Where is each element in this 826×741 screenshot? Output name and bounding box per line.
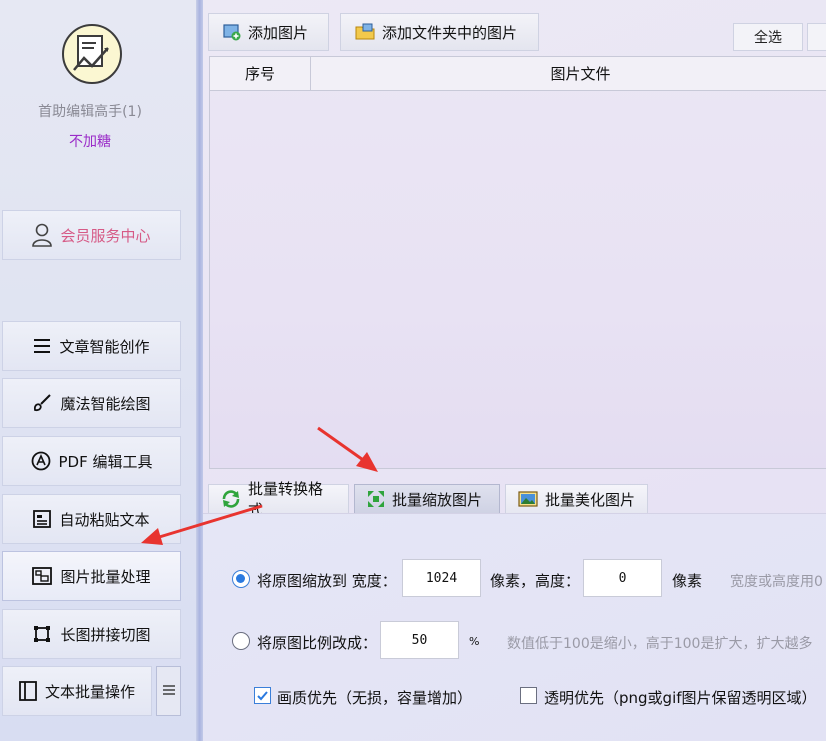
sidebar-item-long-image[interactable]: 长图拼接切图 [2,609,181,659]
check-icon [257,691,268,701]
column-header-file[interactable]: 图片文件 [311,57,826,91]
sidebar-item-label: 长图拼接切图 [60,625,151,644]
user-name: 首助编辑高手(1) [38,104,142,120]
add-image-icon [223,23,241,41]
user-icon [32,223,53,247]
width-unit-label: 像素，高度： [490,572,581,590]
resize-to-size-label: 将原图缩放到 宽度： [257,572,397,590]
sidebar-item-label: 魔法智能绘图 [60,394,151,413]
tab-batch-beautify[interactable]: 批量美化图片 [505,484,648,514]
sidebar-item-paste[interactable]: 自动粘贴文本 [2,494,181,544]
text-batch-icon [19,681,37,701]
tab-batch-resize[interactable]: 批量缩放图片 [354,484,500,514]
sidebar: 首助编辑高手(1) 不加糖 会员服务中心 文章智能创作 魔法智能绘图 PDF 编… [0,0,196,741]
transparent-first-checkbox[interactable] [520,687,537,704]
tab-label: 批量美化图片 [545,490,636,509]
sidebar-item-drawing[interactable]: 魔法智能绘图 [2,378,181,428]
image-batch-icon [32,567,53,585]
image-file-table[interactable]: 序号 图片文件 [209,56,826,469]
sidebar-item-article[interactable]: 文章智能创作 [2,321,181,371]
height-input[interactable]: 0 [583,559,662,597]
app-logo [62,24,122,84]
member-center-label: 会员服务中心 [60,226,151,245]
picture-icon [518,491,538,507]
sidebar-item-text-batch[interactable]: 文本批量操作 [2,666,152,716]
sidebar-item-label: PDF 编辑工具 [58,452,153,471]
add-folder-images-label: 添加文件夹中的图片 [382,23,518,42]
crop-icon [32,624,52,644]
resize-hint: 宽度或高度用0 [730,574,823,590]
quality-first-label: 画质优先（无损，容量增加） [277,689,473,707]
brush-icon [32,393,52,413]
column-header-index[interactable]: 序号 [210,57,311,91]
add-folder-images-button[interactable]: 添加文件夹中的图片 [340,13,539,51]
tab-convert-format[interactable]: 批量转换格式 [208,480,349,519]
main-panel: 添加图片 添加文件夹中的图片 全选 序号 图片文件 批量转换格式 批量缩放图片 … [203,0,826,741]
add-image-button[interactable]: 添加图片 [208,13,329,51]
sidebar-more-button[interactable] [156,666,181,716]
height-unit-label: 像素 [672,572,703,590]
list-icon [33,338,51,354]
add-image-label: 添加图片 [248,23,309,42]
width-input[interactable]: 1024 [402,559,481,597]
sidebar-item-label: 自动粘贴文本 [59,510,150,529]
tab-label: 批量缩放图片 [392,490,483,509]
sidebar-item-label: 文本批量操作 [44,682,135,701]
menu-icon [162,683,175,699]
sidebar-divider[interactable] [196,0,203,741]
resize-settings-panel: 将原图缩放到 宽度： 1024 像素，高度： 0 像素 宽度或高度用0 将原图比… [203,514,826,741]
sidebar-item-label: 文章智能创作 [59,337,150,356]
sidebar-item-image-batch[interactable]: 图片批量处理 [2,551,181,601]
toolbar-extra-button[interactable] [807,23,826,51]
scale-unit-label: % [469,635,480,648]
scale-input[interactable]: 50 [380,621,459,659]
scale-hint: 数值低于100是缩小，高于100是扩大，扩大越多 [507,636,813,652]
resize-by-scale-label: 将原图比例改成： [257,634,378,652]
resize-to-size-radio[interactable] [232,570,250,588]
chart-doc-icon [73,35,109,71]
sidebar-item-label: 图片批量处理 [60,567,151,586]
transparent-first-label: 透明优先（png或gif图片保留透明区域） [544,689,817,707]
user-tag[interactable]: 不加糖 [0,131,180,151]
sidebar-item-pdf[interactable]: PDF 编辑工具 [2,436,181,486]
folder-icon [355,23,375,41]
member-center-button[interactable]: 会员服务中心 [2,210,181,260]
resize-by-scale-radio[interactable] [232,632,250,650]
paste-icon [33,510,52,528]
quality-first-checkbox[interactable] [254,687,271,704]
resize-icon [367,490,385,508]
pdf-icon [31,451,51,471]
refresh-icon [221,490,241,508]
select-all-button[interactable]: 全选 [733,23,803,51]
